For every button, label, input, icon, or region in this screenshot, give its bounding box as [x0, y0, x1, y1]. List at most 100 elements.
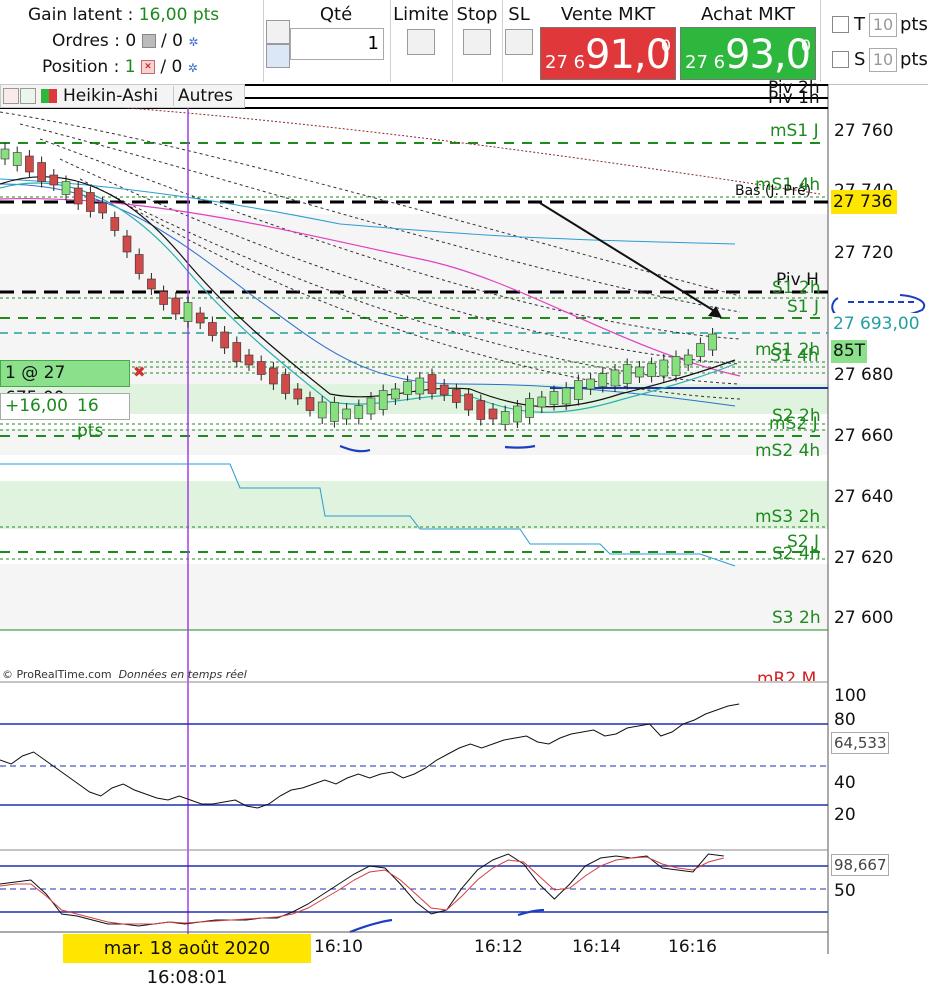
- others-button[interactable]: Autres: [173, 86, 238, 106]
- level-label-ms1j: mS1 J: [770, 121, 819, 141]
- close-position-icon[interactable]: ✕: [140, 60, 155, 74]
- candle-body: [159, 291, 168, 305]
- keyboard-icon[interactable]: [266, 44, 290, 68]
- time-tick: 16:16: [668, 937, 717, 957]
- level-label-bas-jpre: Bas (J. Pré): [735, 183, 812, 199]
- stop-points-input[interactable]: 10: [869, 48, 897, 72]
- quantity-input[interactable]: 1: [290, 28, 384, 60]
- divider: [390, 0, 391, 82]
- sell-price-main: 91,0: [585, 32, 671, 78]
- orders-label: Ordres : 0: [52, 31, 137, 51]
- candle-body: [342, 408, 351, 420]
- candle-body: [220, 331, 229, 349]
- current-price-tag: 27 693,00: [831, 313, 928, 336]
- cancel-orders-icon[interactable]: [141, 34, 156, 48]
- price-tick: 27 680: [834, 365, 894, 385]
- divider: [263, 0, 264, 82]
- level-label-s14h: S1 4h: [770, 346, 819, 366]
- zoom-in-icon[interactable]: [20, 88, 36, 104]
- data-credit: © ProRealTime.com Données en temps réel: [2, 668, 247, 681]
- candle-body: [635, 366, 644, 378]
- annotation-osc-1: [349, 918, 393, 934]
- buy-market-button[interactable]: 27 6 93,0 0: [680, 27, 816, 80]
- sl-label: SL: [508, 4, 530, 25]
- chart-style-button[interactable]: Heikin-Ashi: [59, 86, 163, 106]
- price-tick: 27 760: [834, 121, 894, 141]
- candle-body: [574, 380, 583, 400]
- buy-price-main: 93,0: [725, 32, 811, 78]
- candle-body: [610, 369, 620, 387]
- stop-loss-button[interactable]: [505, 29, 533, 55]
- ind2-tick: 50: [834, 881, 856, 901]
- candle-body: [598, 373, 608, 387]
- sell-market-button[interactable]: 27 6 91,0 0: [540, 27, 676, 80]
- wrench-icon[interactable]: [266, 20, 290, 44]
- candle-body: [525, 398, 534, 418]
- ind1-tick: 20: [834, 805, 856, 825]
- divider: [820, 0, 821, 82]
- zoom-out-icon[interactable]: [3, 88, 19, 104]
- time-tick: 16:12: [474, 937, 523, 957]
- stop-checkbox[interactable]: [832, 51, 849, 68]
- limit-order-button[interactable]: [407, 29, 435, 55]
- candle-body: [671, 356, 681, 376]
- candle-body: [98, 202, 107, 214]
- candle-body: [622, 364, 632, 384]
- ind2-value-tag: 98,667: [831, 854, 889, 876]
- close-position-icon[interactable]: ✖: [133, 364, 147, 380]
- candle-body: [537, 396, 547, 408]
- candle-body: [391, 388, 400, 400]
- trailing-points-input[interactable]: 10: [869, 13, 897, 37]
- open-position-box[interactable]: 1 @ 27 675,00: [0, 360, 130, 408]
- pnl-ticks: 16 pts: [77, 396, 104, 441]
- candle-body: [147, 278, 156, 290]
- candle-body: [683, 354, 693, 366]
- candle-body: [171, 297, 181, 315]
- candle-body: [281, 374, 290, 394]
- trailing-checkbox[interactable]: [832, 16, 849, 33]
- stop-order-button[interactable]: [463, 29, 491, 55]
- level-label-ms24h: mS2 4h: [755, 441, 821, 461]
- position-pending: / 0: [160, 57, 183, 77]
- candle-body: [452, 389, 461, 403]
- range-band: [0, 564, 828, 630]
- position-pnl-box: +16,00 16 pts: [0, 393, 130, 441]
- stop-label: Stop: [456, 4, 498, 25]
- ind2-line-d: [0, 856, 724, 925]
- candle-body: [476, 400, 486, 420]
- candle-body: [513, 405, 522, 423]
- candle-body: [244, 354, 254, 366]
- candle-body: [37, 162, 46, 182]
- candle-body: [110, 217, 120, 231]
- candle-body: [464, 393, 473, 411]
- ind1-line: [0, 703, 740, 809]
- candle-body: [73, 187, 83, 205]
- ind2-line-k: [0, 853, 724, 927]
- candle-body: [0, 148, 10, 160]
- position-value: 1: [124, 57, 136, 77]
- time-tick: 16:14: [572, 937, 621, 957]
- current-time-label: mar. 18 août 2020 16:08:01: [63, 934, 311, 988]
- candle-body: [439, 384, 449, 396]
- chart-toolbar: Heikin-Ashi Autres: [0, 84, 245, 108]
- gear-icon[interactable]: ✲: [188, 35, 198, 49]
- credit-source: © ProRealTime.com: [2, 668, 112, 681]
- candle-style-icon: [41, 89, 57, 103]
- candle-body: [696, 343, 705, 357]
- candle-body: [317, 401, 327, 419]
- candle-body: [500, 411, 510, 425]
- level-label-mr2m: mR2 M: [757, 669, 817, 681]
- price-tick: 27 640: [834, 487, 894, 507]
- trading-toolbar: Gain latent : 16,00 pts Ordres : 0 / 0 ✲…: [0, 0, 928, 85]
- candle-body: [232, 342, 242, 362]
- candle-body: [415, 377, 425, 395]
- candle-body: [708, 333, 717, 351]
- price-tick: 27 720: [834, 243, 894, 263]
- gear-icon[interactable]: ✲: [188, 61, 198, 75]
- previous-day-low-tag: 27 736: [831, 190, 897, 214]
- sell-price-prefix: 27 6: [545, 52, 586, 73]
- divider: [452, 0, 453, 82]
- candle-body: [549, 391, 559, 405]
- ind1-tick: 100: [834, 686, 867, 706]
- level-label-s1j: S1 J: [787, 297, 820, 317]
